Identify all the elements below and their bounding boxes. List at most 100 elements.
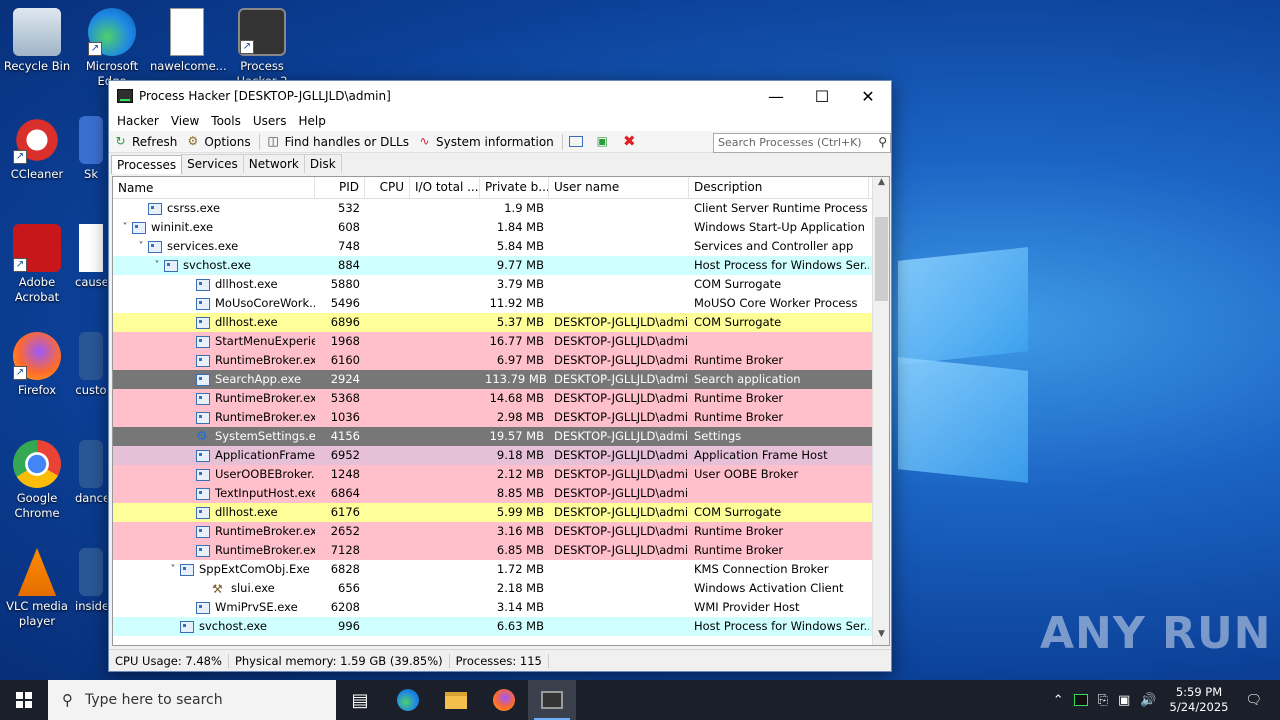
desktop-icon-dance[interactable]: dance bbox=[75, 440, 107, 506]
process-row[interactable]: RuntimeBroker.exe 5368 14.68 MB DESKTOP-JGL… bbox=[113, 389, 889, 408]
process-row[interactable]: dllhost.exe 6176 5.99 MB DESKTOP-JGLLJLD\ad… bbox=[113, 503, 889, 522]
task-view-button[interactable]: ▤ bbox=[336, 680, 384, 720]
process-name-cell: ⚙ SystemSettings.exe bbox=[113, 427, 315, 446]
menu-hacker[interactable]: Hacker bbox=[111, 114, 165, 128]
chevron-down-icon[interactable]: ˅ bbox=[118, 220, 132, 235]
process-name: csrss.exe bbox=[167, 201, 221, 215]
device-icon[interactable]: ⎘ bbox=[1098, 693, 1108, 708]
column-description[interactable]: Description bbox=[689, 177, 869, 198]
desktop-icon-recycle-bin[interactable]: Recycle Bin bbox=[0, 8, 74, 74]
desktop-icon-custo[interactable]: custo bbox=[75, 332, 107, 398]
process-row[interactable]: MoUsoCoreWork... 5496 11.92 MB MoUSO Core W… bbox=[113, 294, 889, 313]
chevron-down-icon[interactable]: ˅ bbox=[166, 562, 180, 577]
desktop-icon-acrobat[interactable]: ↗ Adobe Acrobat bbox=[0, 224, 74, 305]
process-row[interactable]: RuntimeBroker.exe 6160 6.97 MB DESKTOP-JGLL… bbox=[113, 351, 889, 370]
process-row[interactable]: SearchApp.exe 2924 113.79 MB DESKTOP-JGLLJL… bbox=[113, 370, 889, 389]
tab-services[interactable]: Services bbox=[181, 154, 244, 173]
desktop-icon-label: Firefox bbox=[17, 383, 57, 397]
process-user: DESKTOP-JGLLJLD\admi bbox=[554, 353, 689, 367]
column-pid[interactable]: PID bbox=[315, 177, 365, 198]
find-handles-button[interactable]: ◫ Find handles or DLLs bbox=[266, 134, 409, 149]
refresh-button[interactable]: ↻ Refresh bbox=[113, 134, 177, 149]
process-row[interactable]: ApplicationFrame... 6952 9.18 MB DESKTOP-JG… bbox=[113, 446, 889, 465]
search-processes-input[interactable]: Search Processes (Ctrl+K) ⚲ bbox=[713, 133, 891, 153]
find-window-button[interactable]: ▣ bbox=[595, 134, 614, 149]
column-cpu[interactable]: CPU bbox=[365, 177, 410, 198]
process-row[interactable]: WmiPrvSE.exe 6208 3.14 MB WMI Provider Host bbox=[113, 598, 889, 617]
title-bar[interactable]: Process Hacker [DESKTOP-JGLLJLD\admin] —… bbox=[109, 81, 891, 111]
taskbar-file-explorer[interactable] bbox=[432, 680, 480, 720]
scrollbar-thumb[interactable] bbox=[875, 217, 888, 301]
process-row[interactable]: RuntimeBroker.exe 1036 2.98 MB DESKTOP-JGLL… bbox=[113, 408, 889, 427]
process-row[interactable]: svchost.exe 996 6.63 MB Host Process for Wi… bbox=[113, 617, 889, 636]
process-tree[interactable]: Name PID CPU I/O total ... Private b... … bbox=[112, 176, 890, 646]
chevron-down-icon[interactable]: ˅ bbox=[134, 239, 148, 254]
volume-icon[interactable]: 🔊 bbox=[1140, 693, 1156, 708]
menu-users[interactable]: Users bbox=[247, 114, 293, 128]
desktop-icon-firefox[interactable]: ↗ Firefox bbox=[0, 332, 74, 398]
desktop-icon-inside[interactable]: inside bbox=[75, 548, 107, 614]
column-private-bytes[interactable]: Private b... bbox=[480, 177, 549, 198]
process-cpu bbox=[365, 256, 410, 275]
desktop-icon-cause[interactable]: cause bbox=[75, 224, 107, 290]
search-icon: ⚲ bbox=[878, 135, 887, 149]
process-row[interactable]: RuntimeBroker.exe 7128 6.85 MB DESKTOP-JGLL… bbox=[113, 541, 889, 560]
menu-help[interactable]: Help bbox=[292, 114, 331, 128]
tab-processes[interactable]: Processes bbox=[111, 155, 183, 174]
process-row[interactable]: dllhost.exe 5880 3.79 MB COM Surrogate bbox=[113, 275, 889, 294]
process-row[interactable]: ˅ services.exe 748 5.84 MB Services and Cont… bbox=[113, 237, 889, 256]
start-button[interactable] bbox=[0, 680, 48, 720]
terminate-button[interactable]: ✖ bbox=[622, 134, 641, 149]
desktop-icon-vlc[interactable]: VLC media player bbox=[0, 548, 74, 629]
taskbar-search-box[interactable]: ⚲ Type here to search bbox=[48, 680, 336, 720]
column-io-total[interactable]: I/O total ... bbox=[410, 177, 480, 198]
process-private-bytes: 113.79 MB bbox=[485, 372, 547, 386]
process-row[interactable]: StartMenuExperie... 1968 16.77 MB DESKTOP-J… bbox=[113, 332, 889, 351]
desktop-icon-sk[interactable]: Sk bbox=[75, 116, 107, 182]
maximize-button[interactable]: ☐ bbox=[799, 81, 845, 111]
window-button[interactable] bbox=[568, 136, 587, 147]
process-row[interactable]: dllhost.exe 6896 5.37 MB DESKTOP-JGLLJLD\ad… bbox=[113, 313, 889, 332]
taskbar-firefox[interactable] bbox=[480, 680, 528, 720]
clock[interactable]: 5:59 PM 5/24/2025 bbox=[1170, 685, 1229, 715]
taskbar-process-hacker[interactable] bbox=[528, 680, 576, 720]
desktop-icon-ccleaner[interactable]: ↗ CCleaner bbox=[0, 116, 74, 182]
tab-disk[interactable]: Disk bbox=[303, 154, 342, 173]
network-icon[interactable]: ▣ bbox=[1118, 693, 1130, 708]
desktop-icon-nawelcome[interactable]: nawelcome... bbox=[150, 8, 227, 74]
process-row[interactable]: csrss.exe 532 1.9 MB Client Server Runtime … bbox=[113, 199, 889, 218]
process-row[interactable]: TextInputHost.exe 6864 8.85 MB DESKTOP-JGLL… bbox=[113, 484, 889, 503]
taskbar-edge[interactable] bbox=[384, 680, 432, 720]
process-row[interactable]: ˅ svchost.exe 884 9.77 MB Host Process for W… bbox=[113, 256, 889, 275]
process-description bbox=[689, 484, 869, 503]
desktop-icon-chrome[interactable]: Google Chrome bbox=[0, 440, 74, 521]
menu-view[interactable]: View bbox=[165, 114, 205, 128]
close-button[interactable]: ✕ bbox=[845, 81, 891, 111]
process-hacker-tray-icon[interactable] bbox=[1073, 694, 1088, 706]
desktop-icon-edge[interactable]: ↗ Microsoft Edge bbox=[75, 8, 149, 89]
process-row[interactable]: RuntimeBroker.exe 2652 3.16 MB DESKTOP-JGLL… bbox=[113, 522, 889, 541]
scroll-down-icon[interactable]: ▼ bbox=[873, 629, 889, 645]
process-row[interactable]: ⚒ slui.exe 656 2.18 MB Windows Activation Cl… bbox=[113, 579, 889, 598]
chevron-up-icon[interactable]: ⌃ bbox=[1053, 693, 1064, 708]
tab-network[interactable]: Network bbox=[242, 154, 305, 173]
process-row[interactable]: UserOOBEBroker.... 1248 2.12 MB DESKTOP-JGL… bbox=[113, 465, 889, 484]
column-name[interactable]: Name bbox=[113, 177, 315, 198]
process-private-bytes: 2.18 MB bbox=[496, 581, 544, 595]
minimize-button[interactable]: — bbox=[753, 81, 799, 111]
process-row[interactable]: ˅ wininit.exe 608 1.84 MB Windows Start-Up A… bbox=[113, 218, 889, 237]
vertical-scrollbar[interactable]: ▲ ▼ bbox=[872, 177, 889, 645]
notifications-icon[interactable]: 🗨 bbox=[1245, 693, 1262, 708]
menu-tools[interactable]: Tools bbox=[205, 114, 247, 128]
process-row[interactable]: ˅ SppExtComObj.Exe 6828 1.72 MB KMS Connecti… bbox=[113, 560, 889, 579]
settings-gear-icon: ⚙ bbox=[196, 428, 208, 444]
column-user-name[interactable]: User name bbox=[549, 177, 689, 198]
desktop-icon-process-hacker[interactable]: ↗ Process Hacker 2 bbox=[225, 8, 299, 80]
chevron-down-icon[interactable]: ˅ bbox=[150, 258, 164, 273]
process-user bbox=[549, 579, 689, 598]
options-button[interactable]: ⚙ Options bbox=[185, 134, 250, 149]
firefox-icon bbox=[493, 689, 515, 711]
scroll-up-icon[interactable]: ▲ bbox=[873, 177, 889, 193]
process-row[interactable]: ⚙ SystemSettings.exe 4156 19.57 MB DESKTOP-J… bbox=[113, 427, 889, 446]
system-information-button[interactable]: ∿ System information bbox=[417, 134, 553, 149]
